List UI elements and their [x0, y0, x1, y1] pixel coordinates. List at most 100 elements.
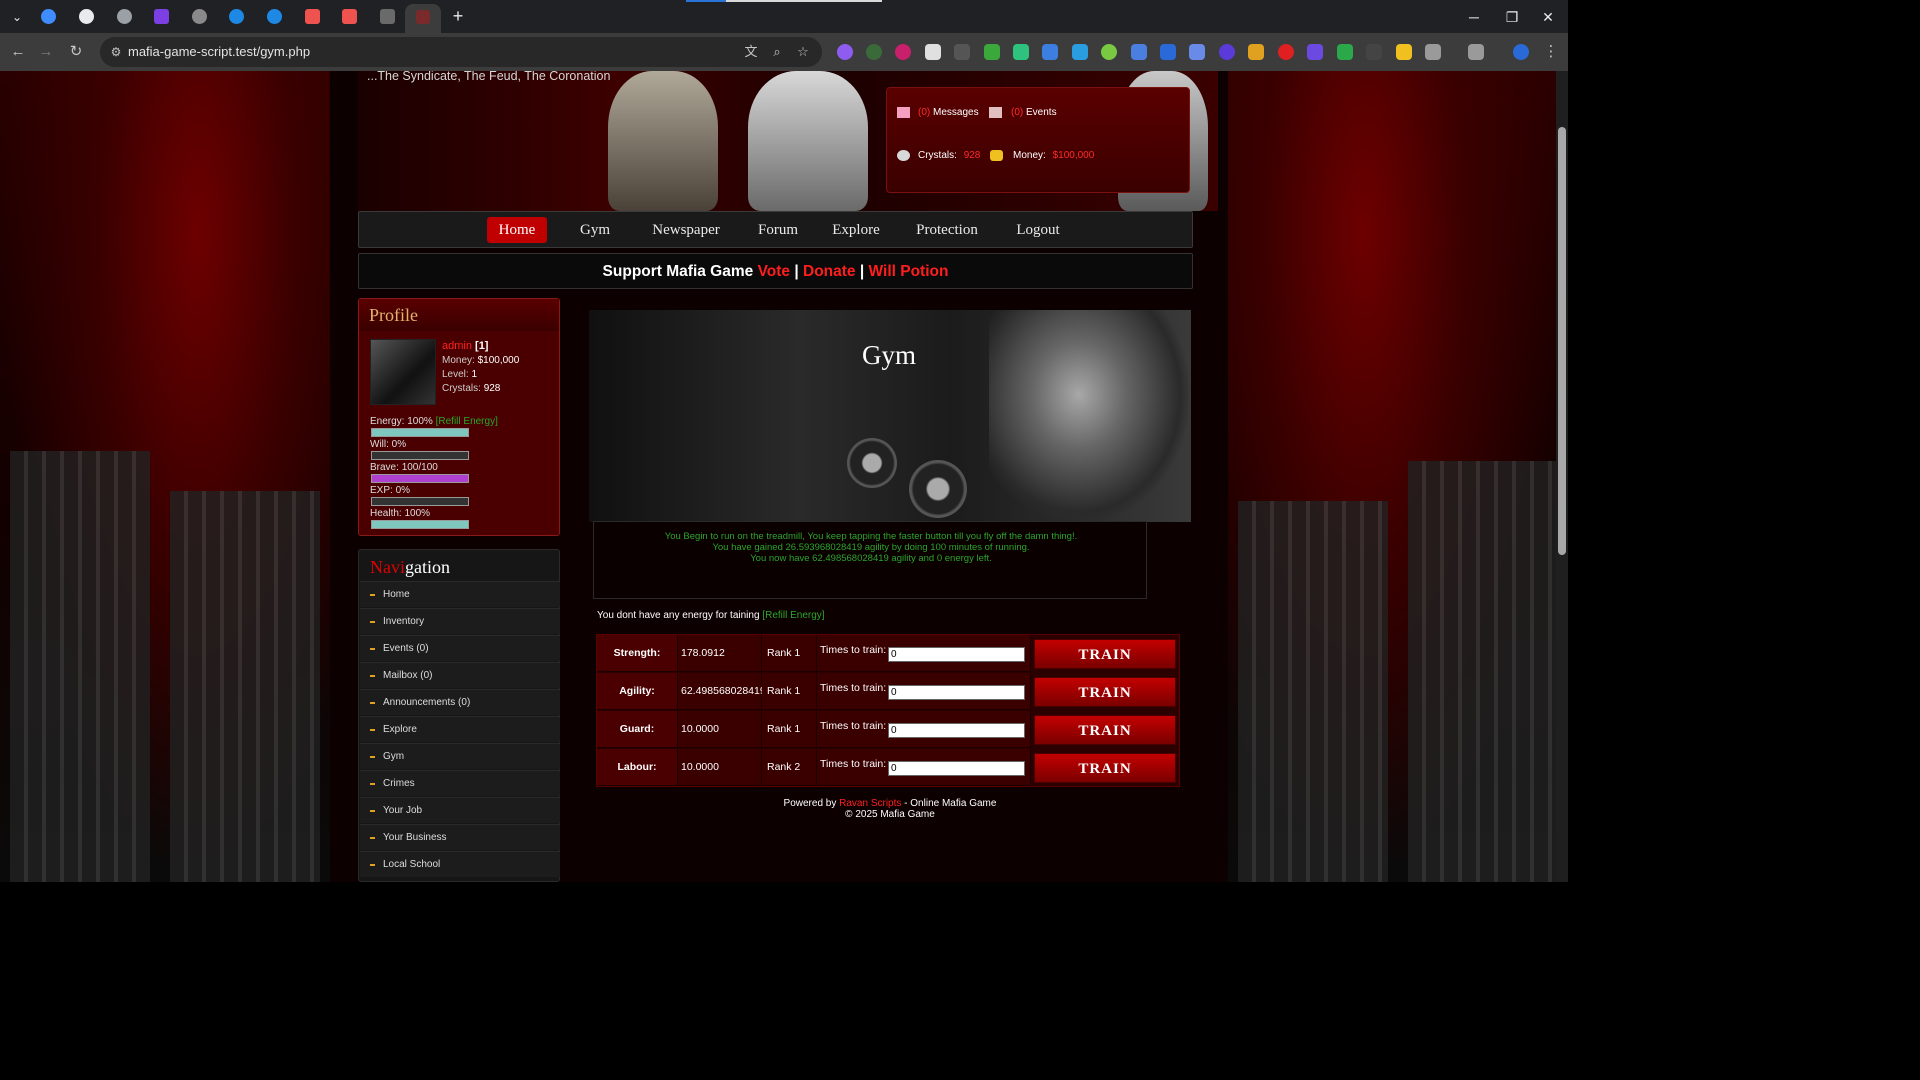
extension-diamond-icon[interactable]	[1072, 44, 1088, 60]
tab-favicon-c-icon[interactable]	[229, 9, 244, 24]
train-guard-button[interactable]: TRAIN	[1034, 715, 1176, 745]
extension-earth-icon[interactable]	[1101, 44, 1117, 60]
extension-send-icon[interactable]	[1013, 44, 1029, 60]
result-line: You Begin to run on the treadmill, You k…	[664, 531, 1078, 542]
will-potion-link[interactable]: Will Potion	[869, 263, 949, 280]
extension-record-icon[interactable]	[895, 44, 911, 60]
messages-link[interactable]: (0) Messages	[918, 107, 979, 118]
sidebar-item-local-school[interactable]: Local School	[360, 851, 560, 877]
extension-counter-icon[interactable]	[1219, 44, 1235, 60]
back-icon[interactable]: ←	[8, 42, 28, 62]
new-tab-button[interactable]: +	[448, 6, 468, 26]
sidebar-item-gym[interactable]: Gym	[360, 743, 560, 769]
extension-reader-icon[interactable]	[954, 44, 970, 60]
money-value: $100,000	[1052, 150, 1095, 161]
extension-box-icon[interactable]	[925, 44, 941, 60]
bookmark-star-icon[interactable]: ☆	[795, 44, 811, 60]
tab-favicon-globe-icon[interactable]	[117, 9, 132, 24]
site-info-icon[interactable]: ⚙	[108, 44, 124, 60]
tab-favicon-c2-icon[interactable]	[267, 9, 282, 24]
nav-home[interactable]: Home	[487, 217, 547, 243]
loading-bar-track	[726, 0, 882, 2]
labour-times-input[interactable]: 0	[888, 761, 1025, 776]
sidebar-item-mailbox[interactable]: Mailbox (0)	[360, 662, 560, 688]
extension-shield-icon[interactable]	[1337, 44, 1353, 60]
extension-green-icon[interactable]	[866, 44, 882, 60]
events-link[interactable]: (0) Events	[1011, 107, 1057, 118]
page-scrollbar[interactable]	[1556, 71, 1568, 882]
extension-grid-icon[interactable]	[1042, 44, 1058, 60]
nav-logout[interactable]: Logout	[1009, 217, 1067, 243]
sidebar-item-label: Mailbox (0)	[383, 670, 433, 681]
sidebar-item-explore[interactable]: Explore	[360, 716, 560, 742]
stat-value: 62.498568028419	[678, 673, 766, 710]
reload-icon[interactable]: ↻	[66, 42, 86, 62]
train-strength-button[interactable]: TRAIN	[1034, 639, 1176, 669]
nav-explore[interactable]: Explore	[825, 217, 887, 243]
bullet-icon	[370, 675, 375, 677]
extensions-puzzle-icon[interactable]	[1425, 44, 1441, 60]
ravan-scripts-link[interactable]: Ravan Scripts	[839, 798, 901, 809]
will-value: 0%	[391, 439, 407, 450]
tab-favicon-diamond-icon[interactable]	[41, 9, 56, 24]
tab-favicon-github-icon[interactable]	[79, 9, 94, 24]
nav-forum[interactable]: Forum	[751, 217, 805, 243]
refill-energy-link[interactable]: [Refill Energy]	[436, 416, 498, 427]
avatar[interactable]	[370, 339, 436, 405]
active-tab[interactable]	[405, 4, 441, 33]
close-icon[interactable]: ✕	[1538, 7, 1558, 27]
train-agility-button[interactable]: TRAIN	[1034, 677, 1176, 707]
extension-f-icon[interactable]	[1160, 44, 1176, 60]
extension-tiles-icon[interactable]	[1189, 44, 1205, 60]
agility-times-input[interactable]: 0	[888, 685, 1025, 700]
nav-protection[interactable]: Protection	[909, 217, 985, 243]
profile-avatar-icon[interactable]	[1513, 44, 1529, 60]
scrollbar-thumb[interactable]	[1558, 127, 1566, 555]
sidebar-item-your-business[interactable]: Your Business	[360, 824, 560, 850]
minimize-icon[interactable]: ─	[1464, 7, 1484, 27]
navigation-title-red: Navi	[370, 557, 405, 577]
extension-badge-icon[interactable]	[984, 44, 1000, 60]
strength-times-input[interactable]: 0	[888, 647, 1025, 662]
extension-translate-icon[interactable]	[1131, 44, 1147, 60]
sidebar-item-your-job[interactable]: Your Job	[360, 797, 560, 823]
vote-link[interactable]: Vote	[758, 263, 790, 280]
extension-hand-icon[interactable]	[1278, 44, 1294, 60]
sidebar-item-crimes[interactable]: Crimes	[360, 770, 560, 796]
times-label: Times to train:	[820, 644, 887, 656]
tab-favicon-app-icon[interactable]	[154, 9, 169, 24]
crystals-label: Crystals:	[918, 150, 957, 161]
page-footer: Powered by Ravan Scripts - Online Mafia …	[589, 798, 1191, 820]
guard-times-input[interactable]: 0	[888, 723, 1025, 738]
nav-newspaper[interactable]: Newspaper	[645, 217, 727, 243]
tab-favicon-pocket-icon[interactable]	[305, 9, 320, 24]
donate-link[interactable]: Donate	[803, 263, 856, 280]
sidebar-item-inventory[interactable]: Inventory	[360, 608, 560, 634]
health-label: Health:	[370, 508, 402, 519]
url-text[interactable]: mafia-game-script.test/gym.php	[128, 44, 310, 59]
tab-favicon-doc-icon[interactable]	[380, 9, 395, 24]
extension-video-icon[interactable]	[1307, 44, 1323, 60]
tab-favicon-web-icon[interactable]	[192, 9, 207, 24]
translate-icon[interactable]: 文	[743, 44, 759, 60]
tab-search-icon[interactable]: ⌄	[6, 6, 28, 28]
sidebar-item-home[interactable]: Home	[360, 581, 560, 607]
side-panel-icon[interactable]	[1468, 44, 1484, 60]
nav-gym[interactable]: Gym	[569, 217, 621, 243]
extension-dark-icon[interactable]	[1366, 44, 1382, 60]
result-line: You now have 62.498568028419 agility and…	[750, 553, 992, 564]
extension-pen-icon[interactable]	[1396, 44, 1412, 60]
sidebar-item-events[interactable]: Events (0)	[360, 635, 560, 661]
profile-username[interactable]: admin	[442, 340, 472, 352]
extension-gear-icon[interactable]	[837, 44, 853, 60]
train-labour-button[interactable]: TRAIN	[1034, 753, 1176, 783]
tab-favicon-pocket2-icon[interactable]	[342, 9, 357, 24]
extension-chat-icon[interactable]	[1248, 44, 1264, 60]
zoom-icon[interactable]: ⌕	[769, 44, 785, 60]
forward-icon[interactable]: →	[36, 42, 56, 62]
address-bar[interactable]: ⚙ mafia-game-script.test/gym.php 文 ⌕ ☆	[100, 37, 822, 67]
menu-dots-icon[interactable]: ⋮	[1541, 42, 1561, 62]
sidebar-item-announcements[interactable]: Announcements (0)	[360, 689, 560, 715]
refill-energy-link[interactable]: [Refill Energy]	[762, 610, 824, 621]
restore-icon[interactable]: ❐	[1502, 7, 1522, 27]
